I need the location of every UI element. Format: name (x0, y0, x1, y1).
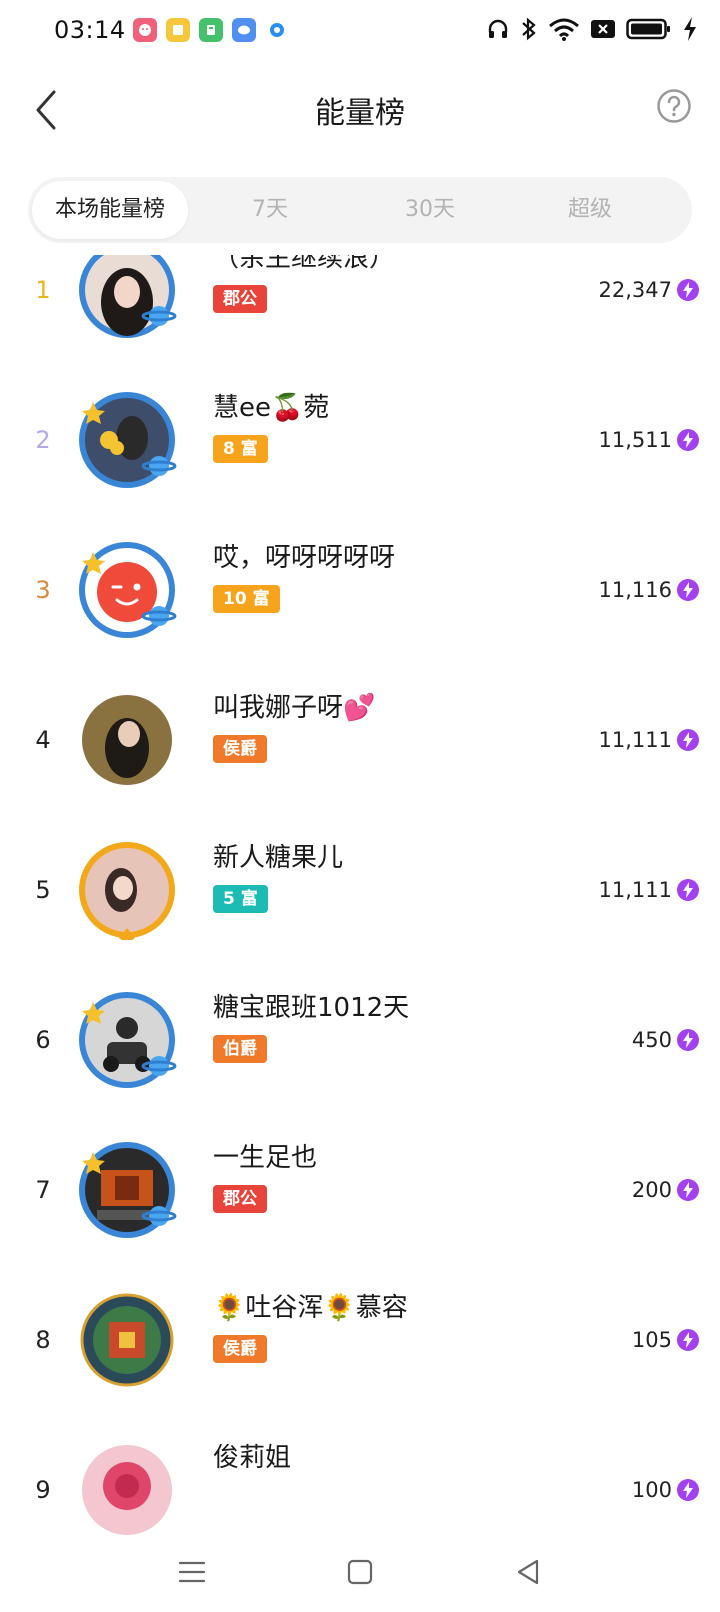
avatar[interactable] (77, 690, 177, 790)
user-name: 叫我娜子呀💕 (213, 693, 376, 723)
charging-icon (684, 17, 696, 41)
avatar[interactable] (77, 255, 177, 340)
avatar[interactable] (77, 1440, 177, 1535)
bluetooth-icon (522, 17, 536, 41)
user-name: 一生足也 (213, 1143, 318, 1173)
home-button[interactable] (345, 1557, 375, 1587)
energy-bolt-icon (677, 1329, 699, 1351)
list-item[interactable]: 4 叫我娜子呀💕 侯爵 11,111 (0, 665, 720, 815)
energy-bolt-icon (677, 1029, 699, 1051)
question-circle-icon (657, 89, 691, 123)
sim-blocked-icon (591, 20, 615, 38)
avatar[interactable] (77, 540, 177, 640)
system-navigation-bar (0, 1535, 720, 1612)
status-time: 03:14 (54, 16, 126, 44)
energy-bolt-icon (677, 1179, 699, 1201)
list-item[interactable]: 8 🌻吐谷浑🌻慕容 侯爵 105 (0, 1265, 720, 1415)
page-title: 能量榜 (315, 96, 405, 131)
user-name: 糖宝跟班1012天 (213, 993, 410, 1023)
back-nav-button[interactable] (513, 1557, 543, 1587)
list-item[interactable]: 3 哎，呀呀呀呀呀 10 富 11,116 (0, 515, 720, 665)
energy-score: 22,347 (598, 278, 672, 302)
user-name: 慧ee🍒菀 (213, 393, 330, 423)
energy-bolt-icon (677, 1479, 699, 1501)
list-item[interactable]: 1 （余生继续浪） 郡公 22,347 (0, 255, 720, 365)
help-button[interactable] (656, 88, 692, 124)
avatar[interactable] (77, 840, 177, 940)
list-item[interactable]: 5 新人糖果儿 5 富 11,111 (0, 815, 720, 965)
chat-notification-icon (232, 18, 256, 42)
user-name: 🌻吐谷浑🌻慕容 (213, 1293, 408, 1323)
tab-30-days[interactable]: 30天 (350, 177, 510, 243)
rank-number: 7 (35, 1176, 51, 1204)
battery-icon (626, 18, 670, 40)
avatar[interactable] (77, 1140, 177, 1240)
notes-notification-icon (166, 18, 190, 42)
ranking-list: 1 （余生继续浪） 郡公 22,347 2 慧ee🍒菀 8 富 11,511 3 (0, 255, 720, 1535)
menu-button[interactable] (177, 1557, 207, 1587)
user-name: 新人糖果儿 (213, 843, 344, 873)
energy-bolt-icon (677, 579, 699, 601)
title-badge: 郡公 (213, 285, 267, 313)
list-item[interactable]: 7 一生足也 郡公 200 (0, 1115, 720, 1265)
tab-current-session[interactable]: 本场能量榜 (32, 181, 188, 239)
level-badge: 5 富 (213, 885, 268, 913)
rank-number: 1 (35, 276, 51, 304)
wifi-icon (549, 18, 579, 41)
rank-number: 2 (35, 426, 51, 454)
title-badge: 侯爵 (213, 1335, 267, 1363)
energy-bolt-icon (677, 729, 699, 751)
store-notification-icon (199, 18, 223, 42)
app-notification-icon (133, 18, 157, 42)
rank-number: 8 (35, 1326, 51, 1354)
user-name: 哎，呀呀呀呀呀 (213, 543, 396, 573)
level-badge: 8 富 (213, 435, 268, 463)
list-item[interactable]: 9 俊莉姐 100 (0, 1415, 720, 1535)
rank-number: 3 (35, 576, 51, 604)
system-icons (486, 16, 698, 42)
title-badge: 郡公 (213, 1185, 267, 1213)
rank-number: 9 (35, 1476, 51, 1504)
energy-score: 450 (631, 1028, 672, 1052)
user-name: 俊莉姐 (213, 1443, 292, 1473)
status-bar: 03:14 (0, 0, 720, 62)
avatar[interactable] (77, 390, 177, 490)
tab-7-days[interactable]: 7天 (190, 177, 350, 243)
rank-number: 6 (35, 1026, 51, 1054)
level-badge: 10 富 (213, 585, 280, 613)
energy-bolt-icon (677, 429, 699, 451)
energy-bolt-icon (677, 279, 699, 301)
rank-number: 4 (35, 726, 51, 754)
page-header: 能量榜 (0, 62, 720, 172)
energy-score: 100 (631, 1478, 672, 1502)
energy-score: 11,111 (598, 878, 672, 902)
avatar[interactable] (77, 990, 177, 1090)
energy-bolt-icon (677, 879, 699, 901)
browser-notification-icon (265, 18, 289, 42)
tab-super[interactable]: 超级 (510, 177, 670, 243)
title-badge: 侯爵 (213, 735, 267, 763)
energy-score: 105 (631, 1328, 672, 1352)
energy-score: 11,116 (598, 578, 672, 602)
energy-score: 11,111 (598, 728, 672, 752)
user-name: （余生继续浪） (213, 255, 396, 273)
list-item[interactable]: 2 慧ee🍒菀 8 富 11,511 (0, 365, 720, 515)
period-tabs: 本场能量榜 7天 30天 超级 (28, 177, 692, 243)
energy-score: 11,511 (598, 428, 672, 452)
title-badge: 伯爵 (213, 1035, 267, 1063)
list-item[interactable]: 6 糖宝跟班1012天 伯爵 450 (0, 965, 720, 1115)
rank-number: 5 (35, 876, 51, 904)
avatar[interactable] (77, 1290, 177, 1390)
notification-icons (133, 18, 289, 42)
headphones-icon (488, 19, 508, 38)
energy-score: 200 (631, 1178, 672, 1202)
